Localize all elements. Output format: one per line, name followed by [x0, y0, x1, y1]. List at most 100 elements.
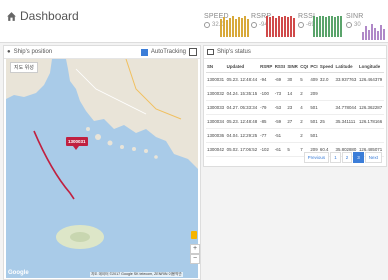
table-cell: 501 — [309, 128, 319, 143]
table-cell: 04.24. 15:35:15 — [225, 86, 260, 101]
ship-status-title: Ship's status — [217, 49, 251, 55]
table-cell: -102 — [259, 142, 274, 157]
home-icon — [7, 11, 16, 21]
column-header[interactable]: RSSI — [273, 61, 287, 73]
table-cell: 33.937763 — [334, 72, 358, 87]
column-header[interactable]: Updated — [225, 61, 260, 73]
map-attribution: 지도 데이터 ©2017 Google SK telecom, ZENRIN 이… — [90, 272, 183, 277]
ship-status-header: Ship's status — [204, 46, 386, 59]
rssi-bars — [313, 15, 342, 37]
table-cell — [318, 128, 335, 143]
column-header[interactable]: Longitude — [357, 61, 384, 73]
speed-indicator-icon — [204, 22, 210, 28]
table-cell: -73 — [273, 86, 287, 101]
table-cell: 05.23. 12:48:44 — [225, 72, 260, 87]
table-cell: -51 — [273, 128, 287, 143]
ship-marker[interactable]: 1300031 — [66, 137, 88, 146]
map-type-toggle[interactable]: 지도 위성 — [10, 62, 38, 73]
table-cell: 1300036 — [206, 128, 226, 143]
table-row[interactable]: 1300032 04.24. 15:35:15 -100 -73 14 2 209 — [206, 86, 384, 101]
table-cell: 1300034 — [206, 114, 226, 129]
table-cell: 126.178166 — [357, 114, 384, 129]
column-header[interactable]: RSRP — [259, 61, 274, 73]
table-row[interactable]: 1300036 04.04. 12:29:25 -77 -51 2 501 — [206, 128, 384, 143]
rsrp-indicator-icon — [251, 22, 257, 28]
sinr-bars — [362, 18, 385, 40]
table-cell: 1300031 — [206, 72, 226, 87]
table-cell — [357, 86, 384, 101]
table-cell: -59 — [273, 114, 287, 129]
ship-status-panel: Ship's status SN Updated RSRP RSSI SINR CQI PC… — [203, 45, 387, 167]
table-cell: 04.04. 12:29:25 — [225, 128, 260, 143]
page-button[interactable]: 3 — [353, 152, 364, 163]
ship-map[interactable] — [6, 59, 198, 278]
column-header[interactable]: Speed — [318, 61, 335, 73]
table-cell — [357, 128, 384, 143]
page-button[interactable]: 2 — [341, 152, 353, 163]
table-cell: 4 — [299, 100, 310, 115]
table-cell: 30 — [286, 72, 300, 87]
table-cell: -77 — [259, 128, 274, 143]
ship-marker-label: 1300031 — [68, 139, 86, 144]
street-view-icon[interactable] — [191, 231, 197, 239]
page-button[interactable]: Previous — [303, 152, 330, 163]
table-cell: 209 — [309, 86, 319, 101]
column-header[interactable]: CQI — [299, 61, 310, 73]
page-button[interactable]: 1 — [330, 152, 341, 163]
table-cell: 501 — [309, 100, 319, 115]
table-cell: 05.02. 17:06:52 — [225, 142, 260, 157]
sinr-indicator-icon — [346, 22, 352, 28]
ship-status-table: SN Updated RSRP RSSI SINR CQI PCI Speed Latitude… — [206, 61, 384, 157]
table-cell: 1300032 — [206, 86, 226, 101]
table-cell — [318, 86, 335, 101]
table-cell: 14 — [286, 86, 300, 101]
table-cell: 32.0 — [318, 72, 335, 87]
page-title-text: Dashboard — [20, 9, 79, 23]
speed-bars — [220, 15, 249, 37]
table-cell: -94 — [259, 72, 274, 87]
table-cell: 2 — [299, 86, 310, 101]
rsrp-bars — [266, 15, 295, 37]
map-canvas — [6, 59, 198, 249]
column-header[interactable]: SINR — [286, 61, 300, 73]
page-title: Dashboard — [6, 9, 79, 23]
auto-tracking-checkbox[interactable] — [140, 48, 148, 56]
column-header[interactable]: SN — [206, 61, 226, 73]
table-cell: 1300042 — [206, 142, 226, 157]
auto-tracking-label: AutoTracking — [150, 49, 186, 55]
map-pin-icon: ● — [7, 49, 11, 55]
table-cell: 126.362287 — [357, 100, 384, 115]
table-cell: 34.778044 — [334, 100, 358, 115]
table-cell: -85 — [259, 114, 274, 129]
rssi-indicator-icon — [298, 22, 304, 28]
table-cell: -69 — [273, 72, 287, 87]
table-cell: 04.27. 05:33:34 — [225, 100, 260, 115]
column-header[interactable]: PCI — [309, 61, 319, 73]
table-cell — [286, 128, 300, 143]
table-row[interactable]: 1300033 04.27. 05:33:34 -79 -53 23 4 501 34.778… — [206, 100, 384, 115]
column-header[interactable]: Latitude — [334, 61, 358, 73]
table-cell: 23 — [286, 100, 300, 115]
pagination: Previous 1 2 3 Next — [303, 152, 382, 163]
table-cell: 25 — [318, 114, 335, 129]
table-cell: 5 — [286, 142, 300, 157]
table-row[interactable]: 1300034 05.23. 12:48:48 -85 -59 27 2 501 25 35.3… — [206, 114, 384, 129]
page-button[interactable]: Next — [364, 152, 382, 163]
ship-marker-pin-icon — [73, 146, 79, 150]
table-row[interactable]: 1300031 05.23. 12:48:44 -94 -69 30 5 409 32.0 33… — [206, 72, 384, 87]
ship-position-panel: ● Ship's position AutoTracking 지도 위성 130… — [3, 45, 201, 280]
zoom-in-button[interactable]: + — [190, 244, 200, 254]
table-cell: 05.23. 12:48:48 — [225, 114, 260, 129]
table-cell: 27 — [286, 114, 300, 129]
table-cell: 2 — [299, 114, 310, 129]
table-cell: 2 — [299, 128, 310, 143]
fullscreen-icon[interactable] — [189, 48, 197, 56]
table-cell — [334, 128, 358, 143]
google-logo: Google — [8, 270, 29, 276]
ship-position-header: ● Ship's position AutoTracking — [4, 46, 200, 59]
zoom-out-button[interactable]: − — [190, 254, 200, 264]
table-cell: 35.341111 — [334, 114, 358, 129]
table-icon — [207, 49, 214, 55]
table-cell: 1300033 — [206, 100, 226, 115]
table-cell: -79 — [259, 100, 274, 115]
